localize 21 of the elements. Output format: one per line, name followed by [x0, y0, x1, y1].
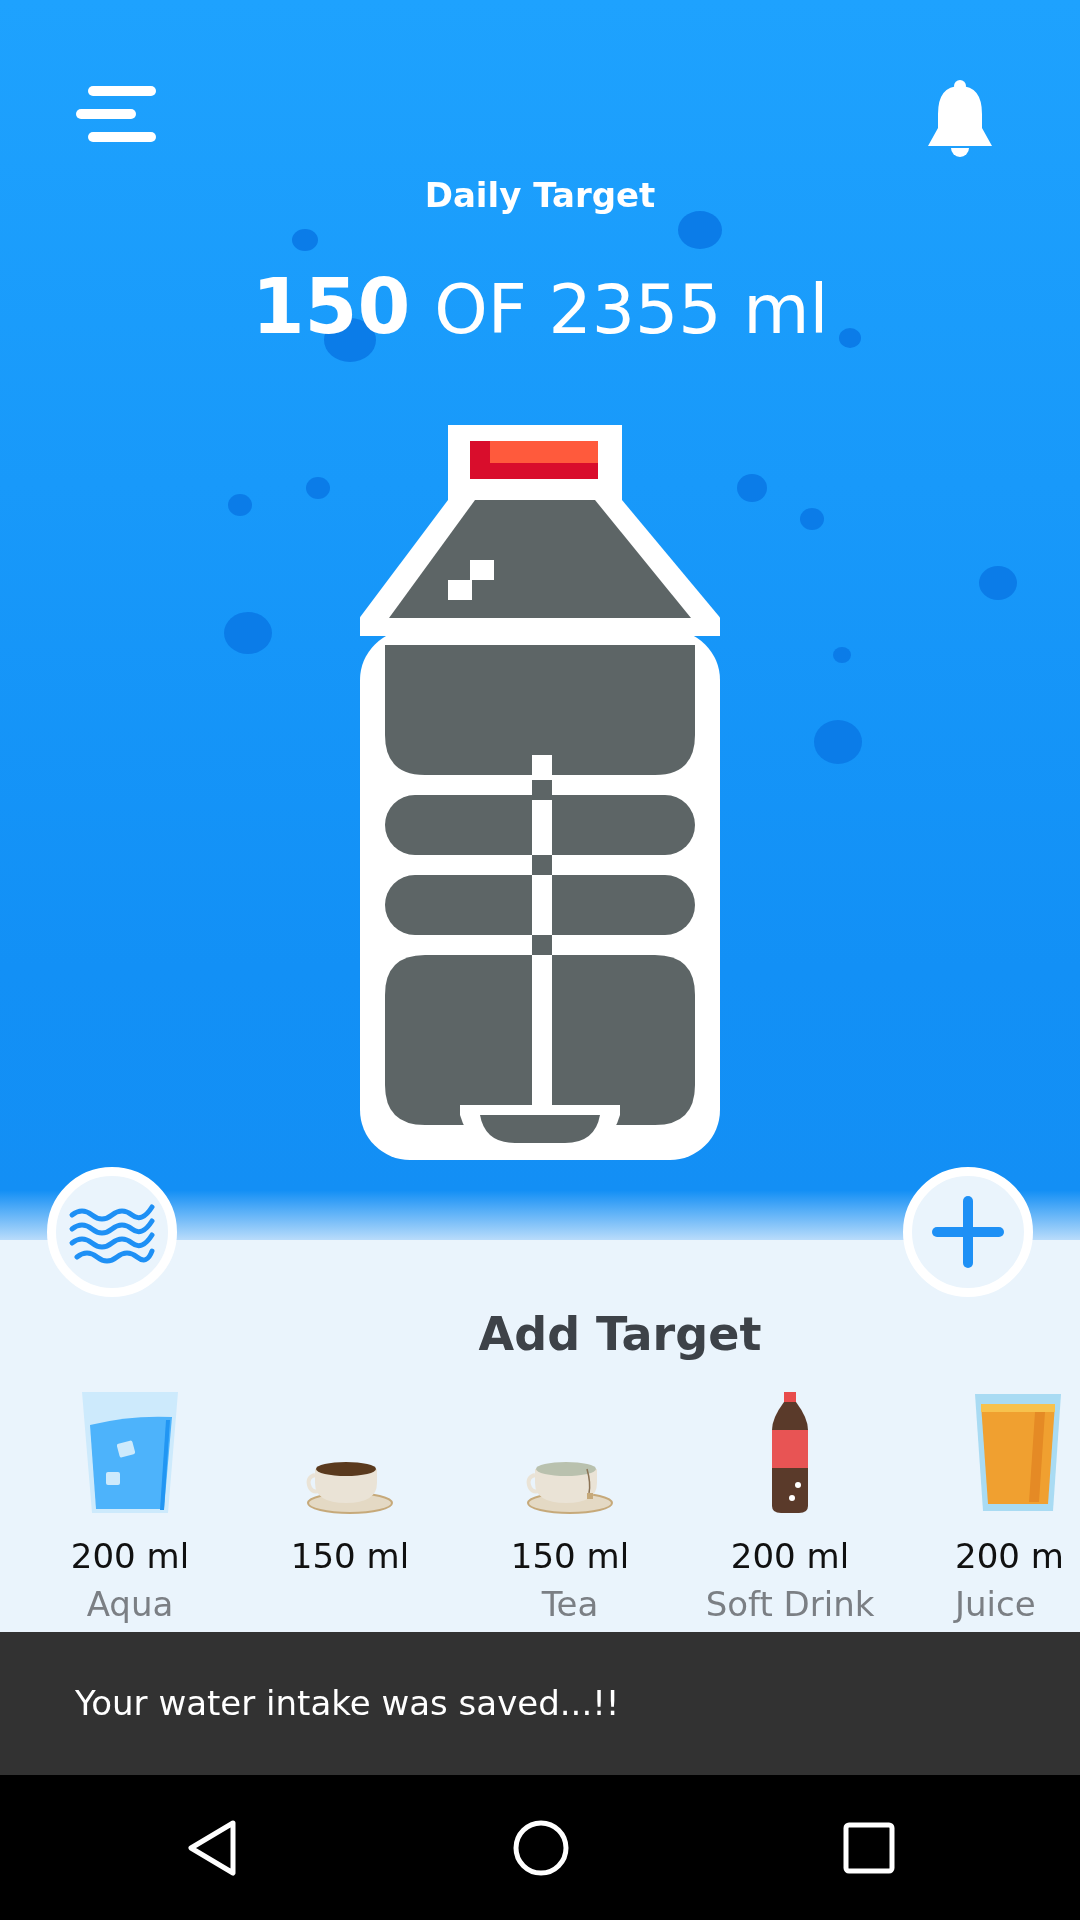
daily-target-label: Daily Target: [423, 174, 657, 217]
current-intake: 150: [251, 269, 411, 345]
soda-bottle-icon: [770, 1390, 810, 1515]
drink-name: Soft Drink: [705, 1584, 875, 1624]
menu-icon[interactable]: [75, 85, 157, 143]
drink-name: Tea: [541, 1584, 599, 1624]
notification-bell-icon[interactable]: [925, 80, 995, 160]
plus-icon: [932, 1196, 1004, 1268]
snackbar-message: Your water intake was saved...!!: [75, 1682, 620, 1725]
drink-amount: 150 ml: [290, 1536, 410, 1576]
home-icon[interactable]: [512, 1818, 570, 1877]
target-total: OF 2355 ml: [434, 276, 829, 344]
drink-amount: 200 m: [955, 1536, 1064, 1576]
add-target-heading: Add Target: [478, 1307, 762, 1361]
drink-amount: 200 ml: [70, 1536, 190, 1576]
drink-amount: 200 ml: [730, 1536, 850, 1576]
drink-amount: 150 ml: [510, 1536, 630, 1576]
drink-name: Juice: [955, 1584, 1036, 1624]
drink-name: Aqua: [86, 1584, 174, 1624]
recent-apps-icon[interactable]: [843, 1821, 896, 1874]
water-glass-icon: [80, 1390, 180, 1515]
